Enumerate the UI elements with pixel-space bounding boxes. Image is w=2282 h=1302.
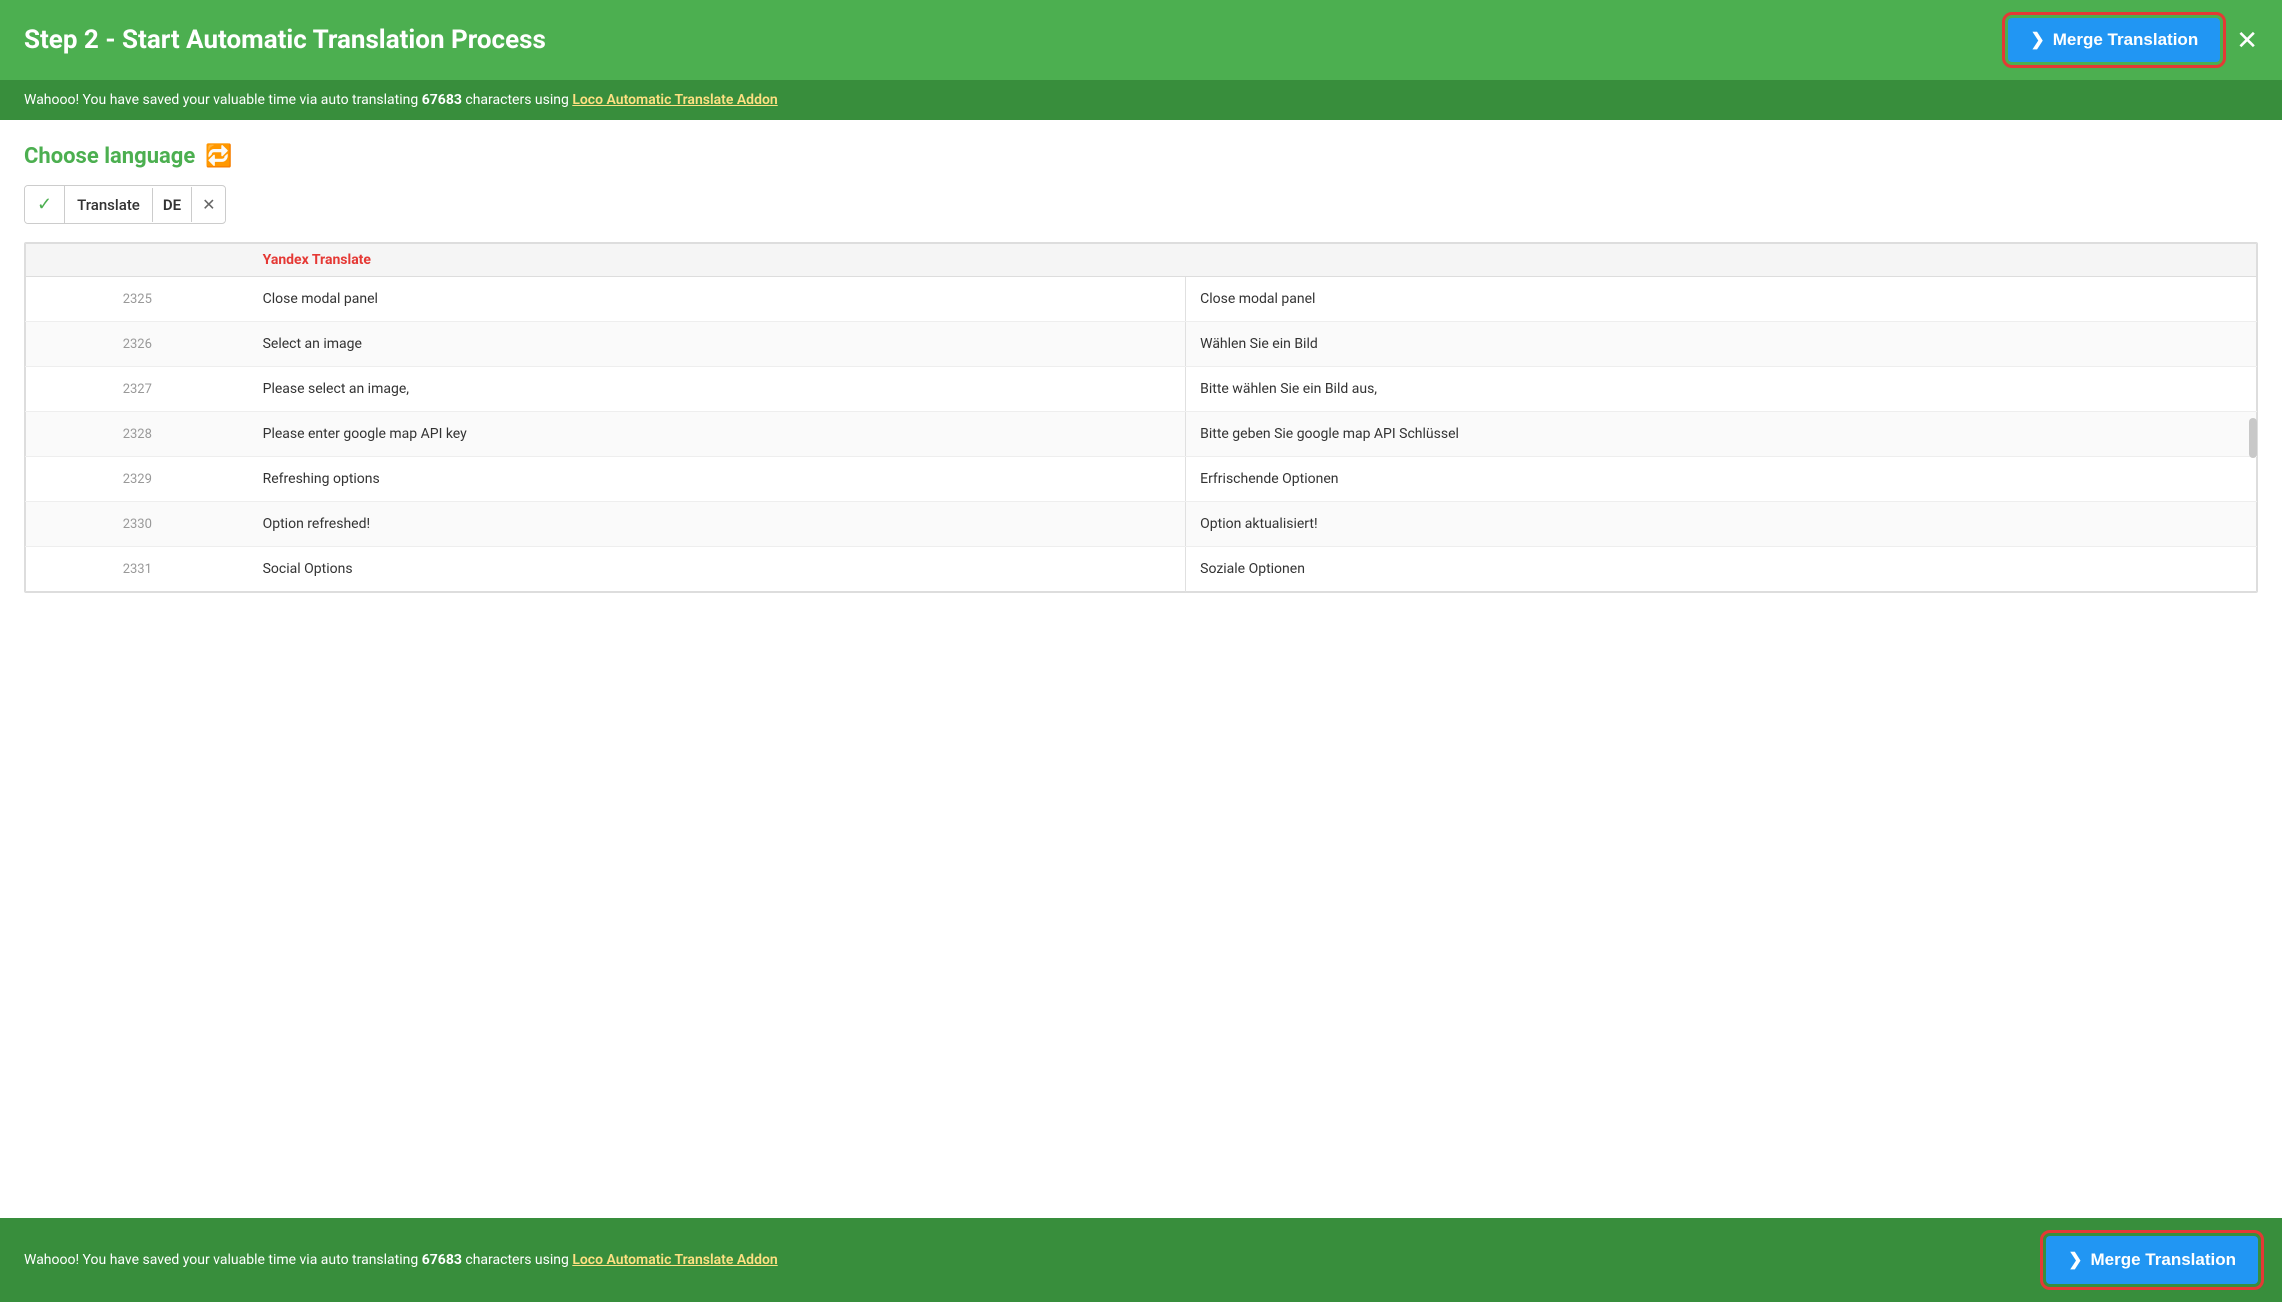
- table-row: 2327Please select an image,Bitte wählen …: [26, 367, 2257, 412]
- header-actions: ❯ Merge Translation ✕: [2008, 18, 2258, 62]
- source-text: Select an image: [249, 322, 1186, 367]
- merge-translation-button-footer[interactable]: ❯ Merge Translation: [2046, 1236, 2258, 1284]
- footer-characters: 67683: [422, 1252, 462, 1268]
- row-number: 2328: [26, 412, 249, 457]
- footer-text: Wahooo! You have saved your valuable tim…: [24, 1252, 778, 1268]
- banner-text-middle: characters using: [462, 92, 572, 108]
- scrollbar[interactable]: [2249, 418, 2257, 458]
- translation-table: Yandex Translate 2325Close modal panelCl…: [25, 243, 2257, 592]
- table-row: 2328Please enter google map API keyBitte…: [26, 412, 2257, 457]
- table-row: 2329Refreshing optionsErfrischende Optio…: [26, 457, 2257, 502]
- choose-language-label: Choose language: [24, 144, 195, 169]
- footer-text-middle: characters using: [462, 1252, 572, 1268]
- translated-text: Bitte wählen Sie ein Bild aus,: [1186, 367, 2257, 412]
- tag-translate-label: Translate: [65, 188, 152, 222]
- close-button[interactable]: ✕: [2236, 27, 2258, 53]
- banner-characters: 67683: [422, 92, 462, 108]
- header: Step 2 - Start Automatic Translation Pro…: [0, 0, 2282, 80]
- table-row: 2330Option refreshed!Option aktualisiert…: [26, 502, 2257, 547]
- row-number: 2326: [26, 322, 249, 367]
- tag-check-icon: ✓: [25, 186, 65, 223]
- source-text: Please select an image,: [249, 367, 1186, 412]
- merge-translation-button-header[interactable]: ❯ Merge Translation: [2008, 18, 2220, 62]
- source-text: Option refreshed!: [249, 502, 1186, 547]
- source-text: Please enter google map API key: [249, 412, 1186, 457]
- row-number: 2331: [26, 547, 249, 592]
- tag-close-button[interactable]: ✕: [191, 187, 225, 222]
- banner-text-before: Wahooo! You have saved your valuable tim…: [24, 92, 422, 108]
- banner-link[interactable]: Loco Automatic Translate Addon: [572, 92, 777, 108]
- translate-icon: 🔁: [205, 144, 232, 169]
- choose-language-heading: Choose language 🔁: [24, 144, 2258, 169]
- spacer: [0, 609, 2282, 1218]
- merge-button-label: Merge Translation: [2053, 30, 2198, 50]
- translated-text: Bitte geben Sie google map API Schlüssel: [1186, 412, 2257, 457]
- table-row: 2325Close modal panelClose modal panel: [26, 277, 2257, 322]
- main-content: Choose language 🔁 ✓ Translate DE ✕ Yande…: [0, 120, 2282, 609]
- footer-merge-label: Merge Translation: [2091, 1250, 2236, 1270]
- footer-link[interactable]: Loco Automatic Translate Addon: [572, 1252, 777, 1268]
- col-header-translation: [1186, 244, 2257, 277]
- tag-language-code: DE: [152, 188, 191, 222]
- col-header-source: Yandex Translate: [249, 244, 1186, 277]
- language-tag: ✓ Translate DE ✕: [24, 185, 226, 224]
- source-text: Close modal panel: [249, 277, 1186, 322]
- arrow-right-icon: ❯: [2030, 30, 2044, 50]
- source-text: Social Options: [249, 547, 1186, 592]
- footer-arrow-icon: ❯: [2068, 1250, 2082, 1270]
- table-body: 2325Close modal panelClose modal panel23…: [26, 277, 2257, 592]
- translated-text: Wählen Sie ein Bild: [1186, 322, 2257, 367]
- translated-text: Option aktualisiert!: [1186, 502, 2257, 547]
- table-row: 2331Social OptionsSoziale Optionen: [26, 547, 2257, 592]
- footer-text-before: Wahooo! You have saved your valuable tim…: [24, 1252, 422, 1268]
- translated-text: Soziale Optionen: [1186, 547, 2257, 592]
- col-header-num: [26, 244, 249, 277]
- page-title: Step 2 - Start Automatic Translation Pro…: [24, 25, 546, 55]
- row-number: 2330: [26, 502, 249, 547]
- translation-table-wrapper: Yandex Translate 2325Close modal panelCl…: [24, 242, 2258, 593]
- table-row: 2326Select an imageWählen Sie ein Bild: [26, 322, 2257, 367]
- top-banner: Wahooo! You have saved your valuable tim…: [0, 80, 2282, 120]
- translated-text: Close modal panel: [1186, 277, 2257, 322]
- translated-text: Erfrischende Optionen: [1186, 457, 2257, 502]
- row-number: 2327: [26, 367, 249, 412]
- table-header-row: Yandex Translate: [26, 244, 2257, 277]
- row-number: 2329: [26, 457, 249, 502]
- footer: Wahooo! You have saved your valuable tim…: [0, 1218, 2282, 1302]
- source-text: Refreshing options: [249, 457, 1186, 502]
- row-number: 2325: [26, 277, 249, 322]
